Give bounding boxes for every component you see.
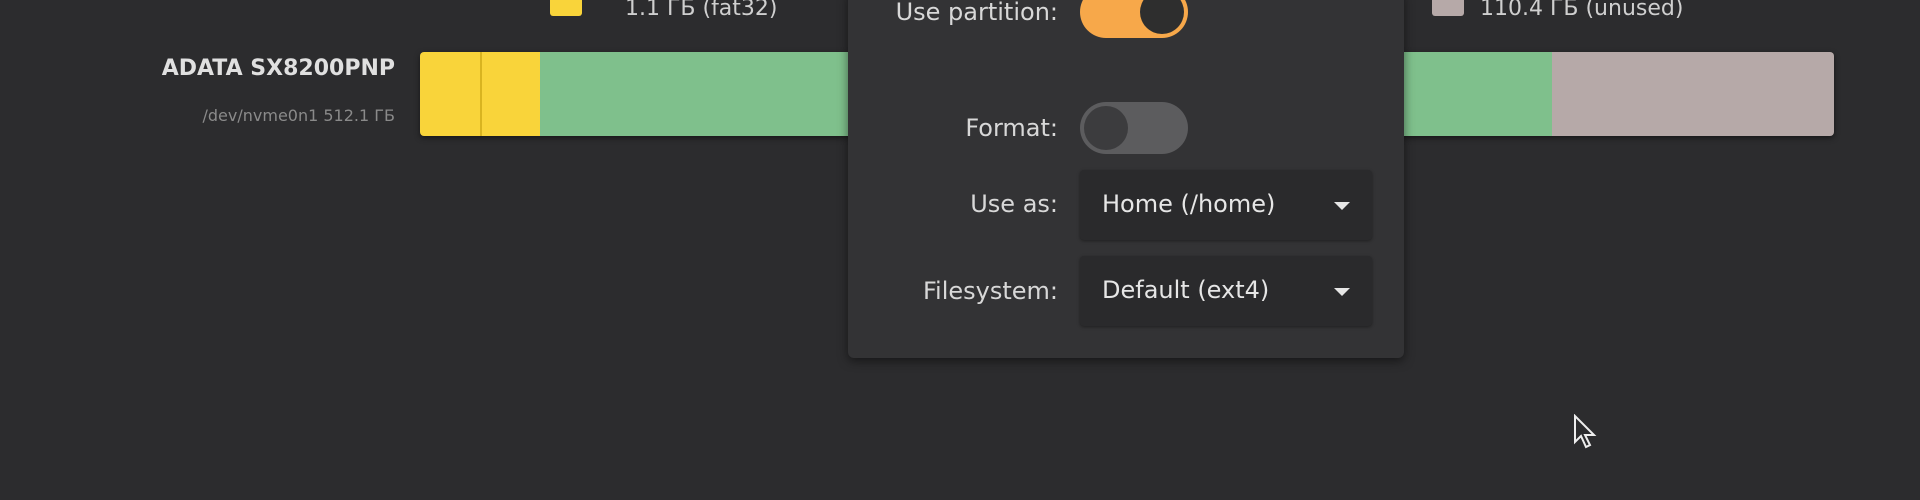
legend-swatch-unused <box>1432 0 1464 16</box>
partition-fat32-2[interactable] <box>482 52 540 136</box>
legend-label-fat32: 1.1 ГБ (fat32) <box>625 0 778 21</box>
filesystem-label: Filesystem: <box>922 277 1058 305</box>
use-as-label: Use as: <box>970 190 1058 218</box>
format-toggle[interactable] <box>1080 102 1188 154</box>
use-partition-label: Use partition: <box>895 0 1058 26</box>
legend-swatch-fat32 <box>550 0 582 16</box>
format-label: Format: <box>965 114 1058 142</box>
use-as-dropdown[interactable]: Home (/home) <box>1080 170 1372 240</box>
disk-name: ADATA SX8200PNP <box>161 56 395 81</box>
partition-popover: Use partition: Format: Use as: Home (/ho… <box>848 0 1404 358</box>
legend-label-unused: 110.4 ГБ (unused) <box>1480 0 1684 21</box>
partition-fat32-1[interactable] <box>420 52 482 136</box>
chevron-down-icon <box>1334 202 1350 210</box>
disk-device-size: /dev/nvme0n1 512.1 ГБ <box>202 106 396 125</box>
use-as-value: Home (/home) <box>1102 190 1276 218</box>
mouse-cursor-icon <box>1574 414 1597 449</box>
use-partition-toggle[interactable] <box>1080 0 1188 38</box>
filesystem-value: Default (ext4) <box>1102 276 1270 304</box>
partition-unused[interactable] <box>1552 52 1834 136</box>
chevron-down-icon <box>1334 288 1350 296</box>
filesystem-dropdown[interactable]: Default (ext4) <box>1080 256 1372 326</box>
